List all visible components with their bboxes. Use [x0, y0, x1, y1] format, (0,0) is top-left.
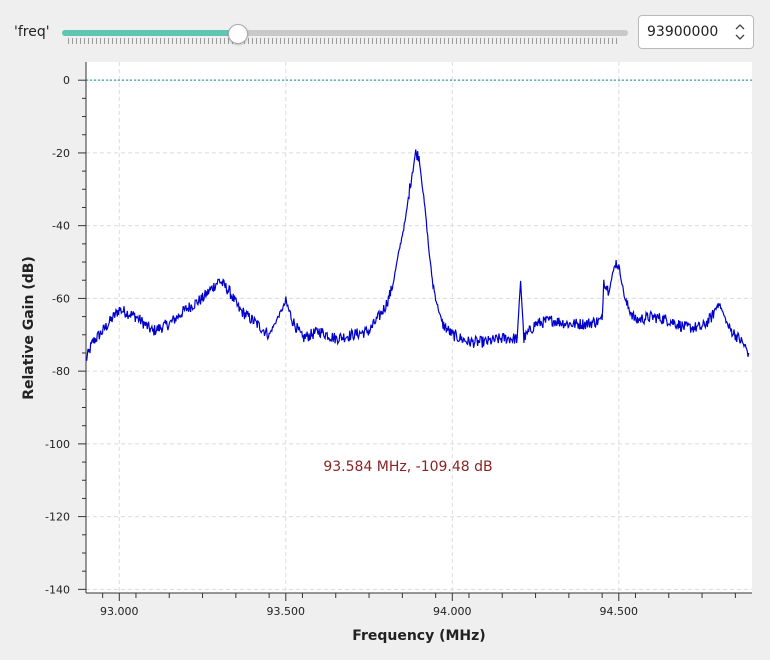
y-tick-label: -140	[45, 583, 70, 596]
plot-area[interactable]	[86, 62, 752, 593]
y-tick-label: -80	[52, 365, 70, 378]
y-tick-label: -40	[52, 220, 70, 233]
slider-fill	[62, 30, 238, 36]
y-tick-label: -100	[45, 438, 70, 451]
y-tick-label: 0	[63, 74, 70, 87]
freq-spinbox[interactable]: 93900000	[638, 15, 754, 49]
y-tick-label: -20	[52, 147, 70, 160]
spinbox-value[interactable]: 93900000	[647, 24, 718, 40]
marker-readout: 93.584 MHz, -109.48 dB	[323, 459, 492, 475]
y-tick-label: -60	[52, 292, 70, 305]
freq-label: 'freq'	[14, 24, 50, 40]
x-tick-label: 94.500	[600, 605, 639, 618]
freq-slider[interactable]	[58, 22, 628, 46]
y-axis-label: Relative Gain (dB)	[21, 256, 37, 400]
y-tick-label: -120	[45, 511, 70, 524]
x-tick-label: 93.000	[100, 605, 139, 618]
spin-arrows-icon[interactable]	[733, 21, 747, 43]
x-axis-label: Frequency (MHz)	[352, 628, 485, 644]
x-tick-label: 93.500	[267, 605, 306, 618]
spectrum-plot[interactable]: 0 -20 -40 -60 -80 -100 -120 -140 93.000 93.500 94…	[0, 52, 770, 660]
slider-tick-marks	[68, 38, 620, 44]
y-axis: 0 -20 -40 -60 -80 -100 -120 -140	[45, 62, 87, 596]
x-axis: 93.000 93.500 94.000 94.500	[86, 592, 752, 618]
x-tick-label: 94.000	[433, 605, 472, 618]
